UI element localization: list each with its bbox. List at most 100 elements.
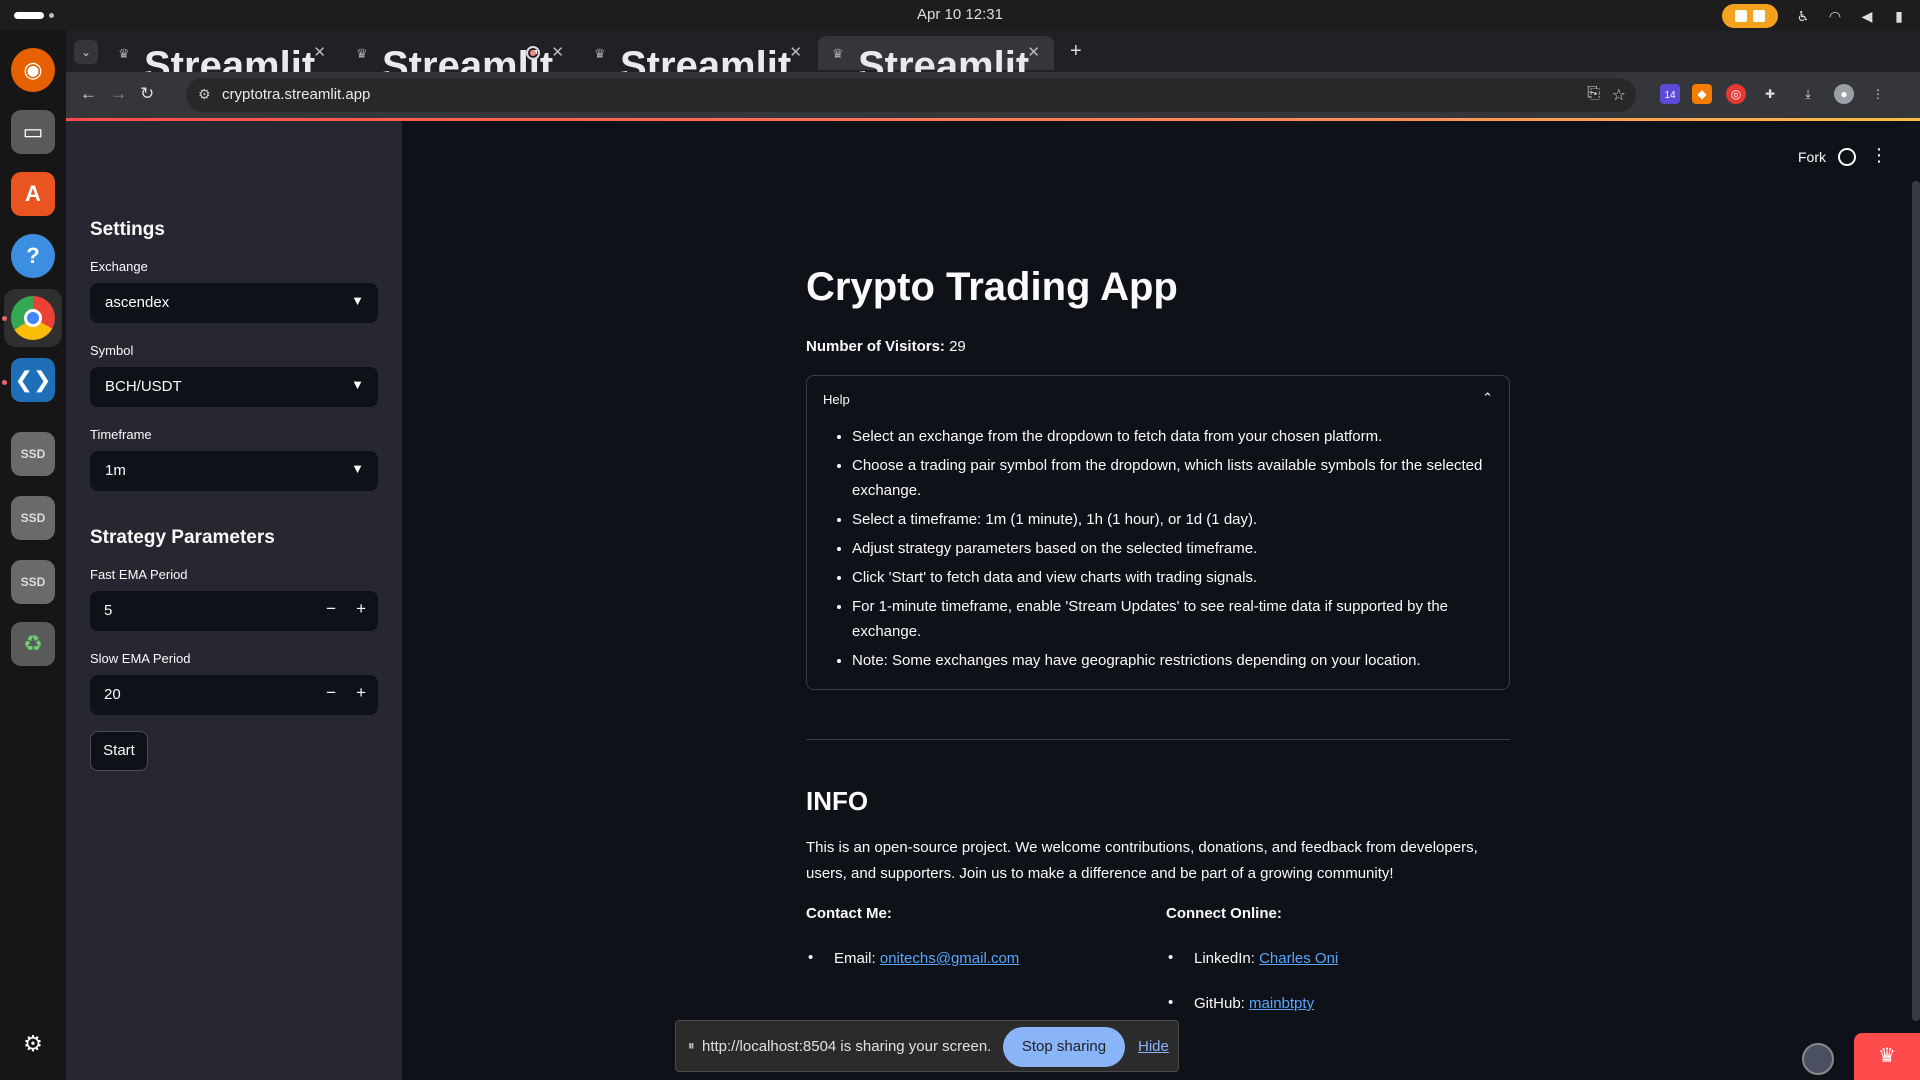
- email-item: Email: onitechs@gmail.com: [808, 949, 1019, 967]
- close-tab-icon[interactable]: ✕: [313, 43, 326, 61]
- ssd-drive-icon[interactable]: SSD: [11, 432, 55, 476]
- dock: ◉ ▭ A ? ❮❯ SSD SSD SSD ♻ ⚙: [0, 30, 66, 1080]
- close-tab-icon[interactable]: ✕: [789, 43, 802, 61]
- browser-tab[interactable]: ♛ Streamlit ✕: [104, 36, 340, 88]
- show-apps-icon[interactable]: ⚙: [11, 1022, 55, 1066]
- page-title: Crypto Trading App: [806, 265, 1178, 309]
- close-tab-icon[interactable]: ✕: [551, 43, 564, 61]
- github-link[interactable]: mainbtpty: [1249, 995, 1314, 1012]
- symbol-value: BCH/USDT: [105, 378, 182, 395]
- browser-tab-active[interactable]: ♛ Streamlit ✕: [818, 36, 1054, 88]
- chevron-up-icon[interactable]: ⌃: [1482, 390, 1493, 406]
- help-expander-header[interactable]: Help: [823, 392, 850, 407]
- symbol-select[interactable]: BCH/USDT ▼: [90, 367, 378, 407]
- increment-button[interactable]: +: [356, 683, 366, 703]
- chevron-down-icon: ▼: [351, 377, 364, 392]
- fast-ema-input[interactable]: 5 − +: [90, 591, 378, 631]
- email-link[interactable]: onitechs@gmail.com: [880, 950, 1019, 967]
- linkedin-item: LinkedIn: Charles Oni: [1168, 949, 1338, 967]
- chevron-down-icon: ▼: [351, 461, 364, 476]
- ssd-drive-icon[interactable]: SSD: [11, 496, 55, 540]
- extensions-puzzle-icon[interactable]: ✚: [1760, 84, 1780, 104]
- info-paragraph: This is an open-source project. We welco…: [806, 839, 1478, 882]
- system-clock[interactable]: Apr 10 12:31: [0, 6, 1920, 23]
- address-bar[interactable]: ⚙ cryptotra.streamlit.app ⎘ ☆: [186, 78, 1636, 112]
- fork-button[interactable]: Fork: [1798, 149, 1826, 165]
- exchange-value: ascendex: [105, 294, 170, 311]
- settings-heading: Settings: [90, 219, 165, 240]
- back-icon[interactable]: ←: [80, 84, 97, 104]
- browser-tab[interactable]: ♛ Streamlit ✕: [342, 36, 578, 88]
- battery-icon[interactable]: ▮: [1892, 9, 1906, 23]
- firefox-icon[interactable]: ◉: [11, 48, 55, 92]
- visitors-label: Number of Visitors:: [806, 338, 945, 355]
- app-sidebar: Settings Exchange ascendex ▼ Symbol BCH/…: [66, 121, 402, 1080]
- system-tray[interactable]: ♿ ◠ ◀ ▮: [1722, 4, 1906, 28]
- linkedin-link[interactable]: Charles Oni: [1259, 950, 1338, 967]
- divider: [806, 739, 1510, 740]
- extension-icon[interactable]: 14: [1660, 84, 1680, 104]
- site-info-icon[interactable]: ⚙: [198, 86, 211, 103]
- extension-badge: 14: [1664, 90, 1676, 101]
- extension-icon[interactable]: ◎: [1726, 84, 1746, 104]
- app-menu-icon[interactable]: ⋮: [1870, 145, 1888, 166]
- streamlit-favicon-icon: ♛: [118, 46, 130, 61]
- start-button[interactable]: Start: [90, 731, 148, 771]
- exchange-label: Exchange: [90, 259, 148, 274]
- system-top-bar: Apr 10 12:31 ♿ ◠ ◀ ▮: [0, 0, 1920, 30]
- trash-icon[interactable]: ♻: [11, 622, 55, 666]
- chrome-icon[interactable]: [11, 296, 55, 340]
- vscode-icon[interactable]: ❮❯: [11, 358, 55, 402]
- screen-recording-indicator[interactable]: [1722, 4, 1778, 28]
- timeframe-select[interactable]: 1m ▼: [90, 451, 378, 491]
- fast-ema-label: Fast EMA Period: [90, 567, 188, 582]
- github-item: GitHub: mainbtpty: [1168, 994, 1314, 1012]
- downloads-icon[interactable]: ⤓: [1798, 84, 1818, 104]
- timeframe-value: 1m: [105, 462, 126, 479]
- stop-sharing-button[interactable]: Stop sharing: [1003, 1027, 1125, 1067]
- pause-icon: ⏸: [688, 1038, 695, 1053]
- running-indicator: [2, 380, 7, 385]
- profile-avatar[interactable]: ●: [1834, 84, 1854, 104]
- help-icon[interactable]: ?: [11, 234, 55, 278]
- slow-ema-input[interactable]: 20 − +: [90, 675, 378, 715]
- email-label: Email:: [834, 950, 876, 967]
- list-item: Select a timeframe: 1m (1 minute), 1h (1…: [852, 507, 1492, 532]
- contact-heading: Contact Me:: [806, 905, 892, 922]
- hide-button[interactable]: Hide: [1138, 1038, 1169, 1055]
- connect-heading: Connect Online:: [1166, 905, 1282, 922]
- increment-button[interactable]: +: [356, 599, 366, 619]
- chevron-down-icon: ▼: [351, 293, 364, 308]
- ssd-drive-icon[interactable]: SSD: [11, 560, 55, 604]
- streamlit-logo-icon[interactable]: ♛: [1854, 1033, 1920, 1080]
- install-app-icon[interactable]: ⎘: [1587, 85, 1600, 103]
- files-icon[interactable]: ▭: [11, 110, 55, 154]
- scrollbar[interactable]: [1912, 181, 1920, 1021]
- exchange-select[interactable]: ascendex ▼: [90, 283, 378, 323]
- new-tab-button[interactable]: +: [1070, 40, 1082, 63]
- browser-tab[interactable]: ♛ Streamlit ✕: [580, 36, 816, 88]
- browser-menu-icon[interactable]: ⋮: [1868, 84, 1888, 104]
- tab-search-dropdown[interactable]: ⌄: [74, 40, 98, 64]
- extension-icon[interactable]: ◆: [1692, 84, 1712, 104]
- close-tab-icon[interactable]: ✕: [1027, 43, 1040, 61]
- symbol-label: Symbol: [90, 343, 134, 358]
- reload-icon[interactable]: ↻: [140, 84, 154, 104]
- bookmark-star-icon[interactable]: ☆: [1612, 85, 1626, 105]
- decrement-button[interactable]: −: [326, 599, 336, 619]
- decrement-button[interactable]: −: [326, 683, 336, 703]
- forward-icon[interactable]: →: [110, 84, 127, 104]
- viewer-avatar[interactable]: [1802, 1043, 1834, 1075]
- volume-icon[interactable]: ◀: [1860, 9, 1874, 23]
- url-text[interactable]: cryptotra.streamlit.app: [222, 86, 370, 103]
- slow-ema-value[interactable]: 20: [104, 686, 121, 703]
- wifi-icon[interactable]: ◠: [1828, 9, 1842, 23]
- fast-ema-value[interactable]: 5: [104, 602, 112, 619]
- github-label: GitHub:: [1194, 995, 1245, 1012]
- browser-window: ⌄ ♛ Streamlit ✕ ♛ Streamlit ✕ ♛ Streamli…: [66, 30, 1920, 1080]
- github-icon[interactable]: [1838, 148, 1856, 166]
- browser-toolbar: ← → ↻ ⚙ cryptotra.streamlit.app ⎘ ☆ 14 ◆…: [66, 72, 1920, 118]
- accessibility-icon[interactable]: ♿: [1796, 9, 1810, 23]
- help-expander: Help ⌃ Select an exchange from the dropd…: [806, 375, 1510, 690]
- app-center-icon[interactable]: A: [11, 172, 55, 216]
